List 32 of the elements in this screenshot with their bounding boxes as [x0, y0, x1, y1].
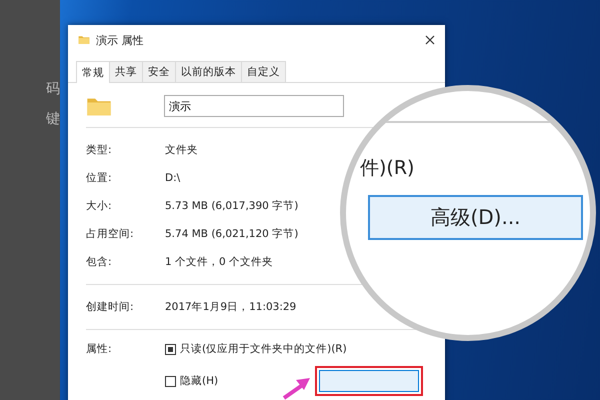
- magnified-text: 件)(R): [360, 156, 416, 181]
- property-label: 包含:: [86, 255, 113, 269]
- property-value: 5.74 MB (6,021,120 字节): [165, 227, 300, 241]
- folder-icon: [86, 96, 112, 116]
- property-value: 5.73 MB (6,017,390 字节): [165, 199, 300, 213]
- advanced-button[interactable]: 高级(D)...: [368, 195, 583, 240]
- property-label: 创建时间:: [86, 300, 135, 314]
- name-field[interactable]: 演示: [164, 95, 344, 117]
- property-label: 位置:: [86, 171, 113, 185]
- property-value: D:\: [165, 172, 182, 184]
- checkbox-option[interactable]: 只读(仅应用于文件夹中的文件)(R): [165, 342, 427, 356]
- checkbox[interactable]: [165, 344, 176, 354]
- window-title: 演示 属性: [96, 32, 144, 48]
- pointer-arrow: [282, 376, 312, 400]
- property-label: 类型:: [86, 143, 113, 157]
- property-value: 文件夹: [165, 143, 199, 157]
- property-label: 属性:: [86, 342, 113, 357]
- property-value: 1 个文件，0 个文件夹: [165, 255, 274, 269]
- property-value: 2017年1月9日，11:03:29: [165, 300, 298, 314]
- checkbox[interactable]: [165, 376, 176, 386]
- tab[interactable]: 自定义: [241, 61, 286, 82]
- property-label: 大小:: [86, 199, 113, 213]
- checkbox-option[interactable]: 隐藏(H): [165, 374, 218, 388]
- background-text: 码: [46, 80, 60, 98]
- property-label: 占用空间:: [86, 227, 135, 241]
- tab[interactable]: 以前的版本: [175, 61, 242, 82]
- folder-icon: [78, 35, 90, 45]
- background-text: 键: [46, 110, 60, 128]
- tab[interactable]: 安全: [142, 61, 176, 82]
- tab[interactable]: 常规: [76, 61, 110, 83]
- close-icon[interactable]: [425, 35, 435, 45]
- tab[interactable]: 共享: [109, 61, 143, 82]
